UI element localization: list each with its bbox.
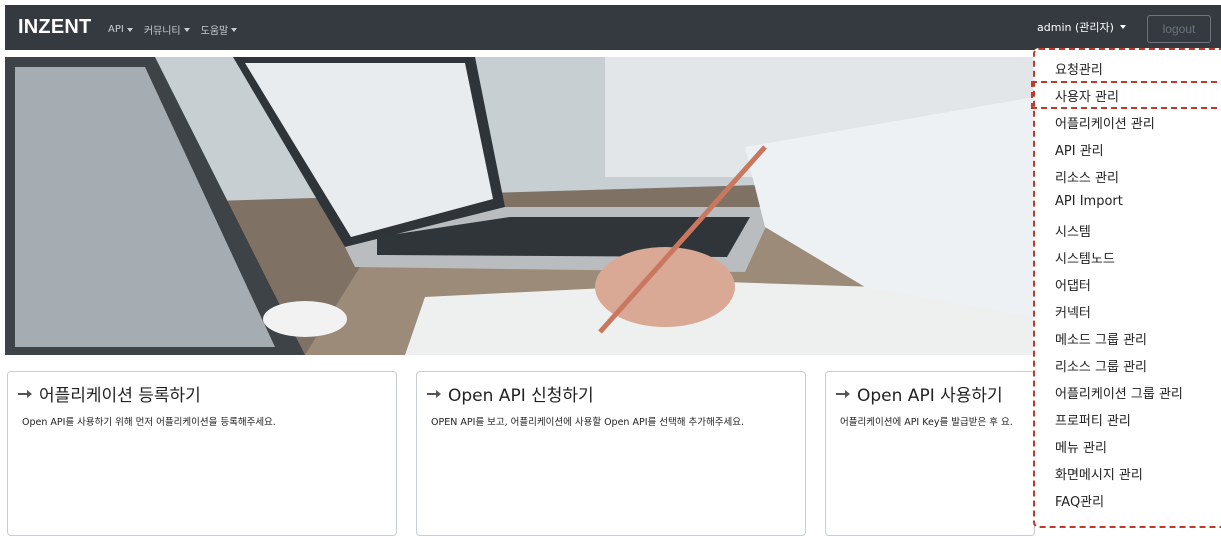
hero-illustration: [5, 57, 1035, 355]
menu-item-faq[interactable]: FAQ관리: [1055, 491, 1104, 510]
menu-item-application[interactable]: 어플리케이션 관리: [1055, 113, 1155, 132]
nav-help[interactable]: 도움말: [201, 22, 238, 37]
user-label: admin (관리자): [1037, 21, 1114, 34]
user-menu-toggle[interactable]: admin (관리자): [1037, 19, 1126, 35]
highlighted-menu-item-outline: [1031, 81, 1221, 109]
card-apply-api: Open API 신청하기 OPEN API를 보고, 어플리케이션에 사용할 …: [416, 371, 806, 536]
caret-down-icon: [1119, 25, 1126, 29]
card-title-text: Open API 신청하기: [448, 386, 594, 406]
card-title-text: Open API 사용하기: [857, 386, 1003, 406]
nav-community-label: 커뮤니티: [143, 26, 181, 37]
menu-item-system-node[interactable]: 시스템노드: [1055, 248, 1115, 267]
caret-down-icon: [126, 27, 133, 32]
menu-item-api[interactable]: API 관리: [1055, 140, 1104, 159]
nav-community[interactable]: 커뮤니티: [144, 22, 190, 37]
menu-item-method-group[interactable]: 메소드 그룹 관리: [1055, 329, 1147, 348]
menu-item-screen-message[interactable]: 화면메시지 관리: [1055, 464, 1143, 483]
admin-dropdown-menu: 요청관리 사용자 관리 어플리케이션 관리 API 관리 리소스 관리 API …: [1033, 48, 1221, 528]
menu-item-api-import[interactable]: API Import: [1055, 194, 1123, 209]
card-title-text: 어플리케이션 등록하기: [39, 386, 201, 406]
menu-item-menu[interactable]: 메뉴 관리: [1055, 437, 1107, 456]
menu-item-adapter[interactable]: 어댑터: [1055, 275, 1091, 294]
nav-help-label: 도움말: [200, 26, 229, 37]
menu-item-resource[interactable]: 리소스 관리: [1055, 167, 1119, 186]
main-nav: API 커뮤니티 도움말: [108, 22, 238, 37]
nav-api-label: API: [108, 24, 124, 35]
menu-item-system[interactable]: 시스템: [1055, 221, 1091, 240]
menu-item-resource-group[interactable]: 리소스 그룹 관리: [1055, 356, 1147, 375]
card-title: Open API 사용하기: [836, 381, 1003, 406]
top-navbar: INZENT API 커뮤니티 도움말 admin (관리자) logout: [5, 5, 1221, 50]
card-description: Open API를 사용하기 위해 먼저 어플리케이션을 등록해주세요.: [22, 417, 276, 428]
card-description: OPEN API를 보고, 어플리케이션에 사용할 Open API를 선택해 …: [431, 417, 744, 428]
hand-pointing-icon: [427, 389, 441, 398]
caret-down-icon: [183, 27, 190, 32]
logout-button[interactable]: logout: [1147, 15, 1211, 43]
card-use-api: Open API 사용하기 어플리케이션에 API Key를 발급받은 후 요.: [825, 371, 1035, 536]
hand-pointing-icon: [836, 389, 850, 398]
card-title: 어플리케이션 등록하기: [18, 381, 201, 406]
menu-item-property[interactable]: 프로퍼티 관리: [1055, 410, 1131, 429]
hand-pointing-icon: [18, 389, 32, 398]
menu-item-request[interactable]: 요청관리: [1055, 59, 1103, 78]
card-title: Open API 신청하기: [427, 381, 594, 406]
brand-logo[interactable]: INZENT: [18, 16, 91, 39]
nav-api[interactable]: API: [108, 22, 133, 37]
card-register-app: 어플리케이션 등록하기 Open API를 사용하기 위해 먼저 어플리케이션을…: [7, 371, 397, 536]
menu-item-application-group[interactable]: 어플리케이션 그룹 관리: [1055, 383, 1183, 402]
card-description: 어플리케이션에 API Key를 발급받은 후 요.: [840, 417, 1013, 428]
hero-image: [5, 57, 1035, 355]
menu-item-connector[interactable]: 커넥터: [1055, 302, 1091, 321]
caret-down-icon: [231, 27, 238, 32]
